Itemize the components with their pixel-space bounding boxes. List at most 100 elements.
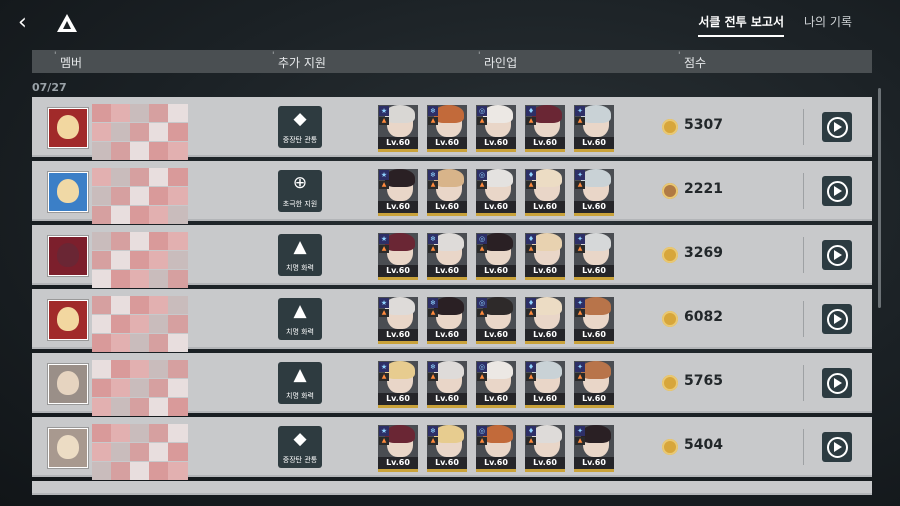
crosshair-upgrade-icon: ⊕ <box>292 173 308 193</box>
lineup-character[interactable]: ★ ▲ Lv.60 <box>378 169 418 216</box>
element-icon: ▲ <box>379 117 389 125</box>
avatar[interactable] <box>48 300 88 340</box>
class-icon: ❄ <box>428 234 438 244</box>
level-label: Lv.60 <box>427 393 467 405</box>
avatar[interactable] <box>48 108 88 148</box>
lineup-character[interactable]: ❄ ▲ Lv.60 <box>427 425 467 472</box>
class-icon: ★ <box>379 362 389 372</box>
replay-play-button[interactable] <box>822 432 852 462</box>
lineup-character[interactable]: ◎ ▲ Lv.60 <box>476 169 516 216</box>
element-icon: ▲ <box>428 437 438 445</box>
lineup-character[interactable]: ✦ ▲ Lv.60 <box>574 297 614 344</box>
lineup-character[interactable]: ★ ▲ Lv.60 <box>378 233 418 280</box>
element-icon: ▲ <box>526 117 536 125</box>
lineup-character[interactable]: ✦ ▲ Lv.60 <box>574 105 614 152</box>
score-value: 5307 <box>684 117 723 133</box>
lineup-character[interactable]: ❄ ▲ Lv.60 <box>427 169 467 216</box>
level-label: Lv.60 <box>476 201 516 213</box>
lineup-character[interactable]: ◎ ▲ Lv.60 <box>476 105 516 152</box>
support-badge[interactable]: ▲ 치명 화력 <box>278 234 322 276</box>
level-label: Lv.60 <box>476 457 516 469</box>
element-icon: ▲ <box>526 373 536 381</box>
element-icon: ▲ <box>477 117 487 125</box>
lineup-character[interactable]: ★ ▲ Lv.60 <box>378 361 418 408</box>
support-badge[interactable]: ⊕ 초극한 지원 <box>278 170 322 212</box>
support-badge[interactable]: ▲ 치명 화력 <box>278 298 322 340</box>
element-icon: ▲ <box>428 373 438 381</box>
level-label: Lv.60 <box>427 329 467 341</box>
lineup-character[interactable]: ★ ▲ Lv.60 <box>378 425 418 472</box>
divider <box>803 109 804 145</box>
redacted-member-name <box>92 104 188 164</box>
avatar[interactable] <box>48 428 88 468</box>
element-icon: ▲ <box>428 181 438 189</box>
header-score: 점수 <box>678 51 706 71</box>
element-icon: ▲ <box>526 245 536 253</box>
replay-play-button[interactable] <box>822 240 852 270</box>
lineup-character[interactable]: ♦ ▲ Lv.60 <box>525 425 565 472</box>
lineup-character[interactable]: ✦ ▲ Lv.60 <box>574 425 614 472</box>
lineup-character[interactable]: ✦ ▲ Lv.60 <box>574 233 614 280</box>
level-label: Lv.60 <box>378 265 418 277</box>
lineup-character[interactable]: ❄ ▲ Lv.60 <box>427 105 467 152</box>
level-label: Lv.60 <box>574 265 614 277</box>
replay-play-button[interactable] <box>822 368 852 398</box>
lineup-character[interactable]: ❄ ▲ Lv.60 <box>427 233 467 280</box>
redacted-member-name <box>92 168 188 228</box>
lineup-character[interactable]: ◎ ▲ Lv.60 <box>476 361 516 408</box>
class-icon: ✦ <box>575 298 585 308</box>
top-bar: ‹ 서클 전투 보고서 나의 기록 <box>0 0 900 46</box>
class-icon: ❄ <box>428 170 438 180</box>
lineup-character[interactable]: ❄ ▲ Lv.60 <box>427 361 467 408</box>
table-row: ▲ 치명 화력 ★ ▲ Lv.60 ❄ ▲ Lv.60 ◎ ▲ Lv.60 ♦ … <box>32 353 872 416</box>
back-chevron-left-icon[interactable]: ‹ <box>18 11 38 35</box>
element-icon: ▲ <box>526 437 536 445</box>
support-label: 치명 화력 <box>286 264 314 272</box>
support-badge[interactable]: ◆ 중장탄 관통 <box>278 426 322 468</box>
divider <box>803 237 804 273</box>
tab-circle-battle-report[interactable]: 서클 전투 보고서 <box>698 13 785 37</box>
lineup-character[interactable]: ◎ ▲ Lv.60 <box>476 233 516 280</box>
lineup-character[interactable]: ◎ ▲ Lv.60 <box>476 425 516 472</box>
level-label: Lv.60 <box>525 393 565 405</box>
element-icon: ▲ <box>477 373 487 381</box>
support-badge[interactable]: ◆ 중장탄 관통 <box>278 106 322 148</box>
lineup-character[interactable]: ★ ▲ Lv.60 <box>378 105 418 152</box>
lineup-character[interactable]: ♦ ▲ Lv.60 <box>525 297 565 344</box>
lineup-character[interactable]: ♦ ▲ Lv.60 <box>525 233 565 280</box>
score-value: 3269 <box>684 245 723 261</box>
class-icon: ♦ <box>526 170 536 180</box>
medal-icon <box>662 311 678 327</box>
avatar[interactable] <box>48 172 88 212</box>
triangle-logo-icon <box>57 14 77 32</box>
avatar[interactable] <box>48 364 88 404</box>
element-icon: ▲ <box>526 181 536 189</box>
element-icon: ▲ <box>379 437 389 445</box>
lineup-character[interactable]: ✦ ▲ Lv.60 <box>574 169 614 216</box>
avatar[interactable] <box>48 236 88 276</box>
class-icon: ◎ <box>477 234 487 244</box>
support-badge[interactable]: ▲ 치명 화력 <box>278 362 322 404</box>
lineup-character[interactable]: ◎ ▲ Lv.60 <box>476 297 516 344</box>
element-icon: ▲ <box>477 437 487 445</box>
element-icon: ▲ <box>428 117 438 125</box>
score-value: 5765 <box>684 373 723 389</box>
replay-play-button[interactable] <box>822 304 852 334</box>
element-icon: ▲ <box>575 181 585 189</box>
tab-my-records[interactable]: 나의 기록 <box>804 13 852 37</box>
element-icon: ▲ <box>428 245 438 253</box>
armor-pierce-icon: ◆ <box>293 429 307 449</box>
lineup-character[interactable]: ♦ ▲ Lv.60 <box>525 361 565 408</box>
scrollbar[interactable] <box>878 88 881 308</box>
support-label: 치명 화력 <box>286 392 314 400</box>
lineup-character[interactable]: ✦ ▲ Lv.60 <box>574 361 614 408</box>
lineup-character[interactable]: ♦ ▲ Lv.60 <box>525 169 565 216</box>
lineup-character[interactable]: ♦ ▲ Lv.60 <box>525 105 565 152</box>
class-icon: ♦ <box>526 362 536 372</box>
level-label: Lv.60 <box>427 201 467 213</box>
lineup-character[interactable]: ❄ ▲ Lv.60 <box>427 297 467 344</box>
lineup-character[interactable]: ★ ▲ Lv.60 <box>378 297 418 344</box>
replay-play-button[interactable] <box>822 112 852 142</box>
class-icon: ♦ <box>526 298 536 308</box>
replay-play-button[interactable] <box>822 176 852 206</box>
